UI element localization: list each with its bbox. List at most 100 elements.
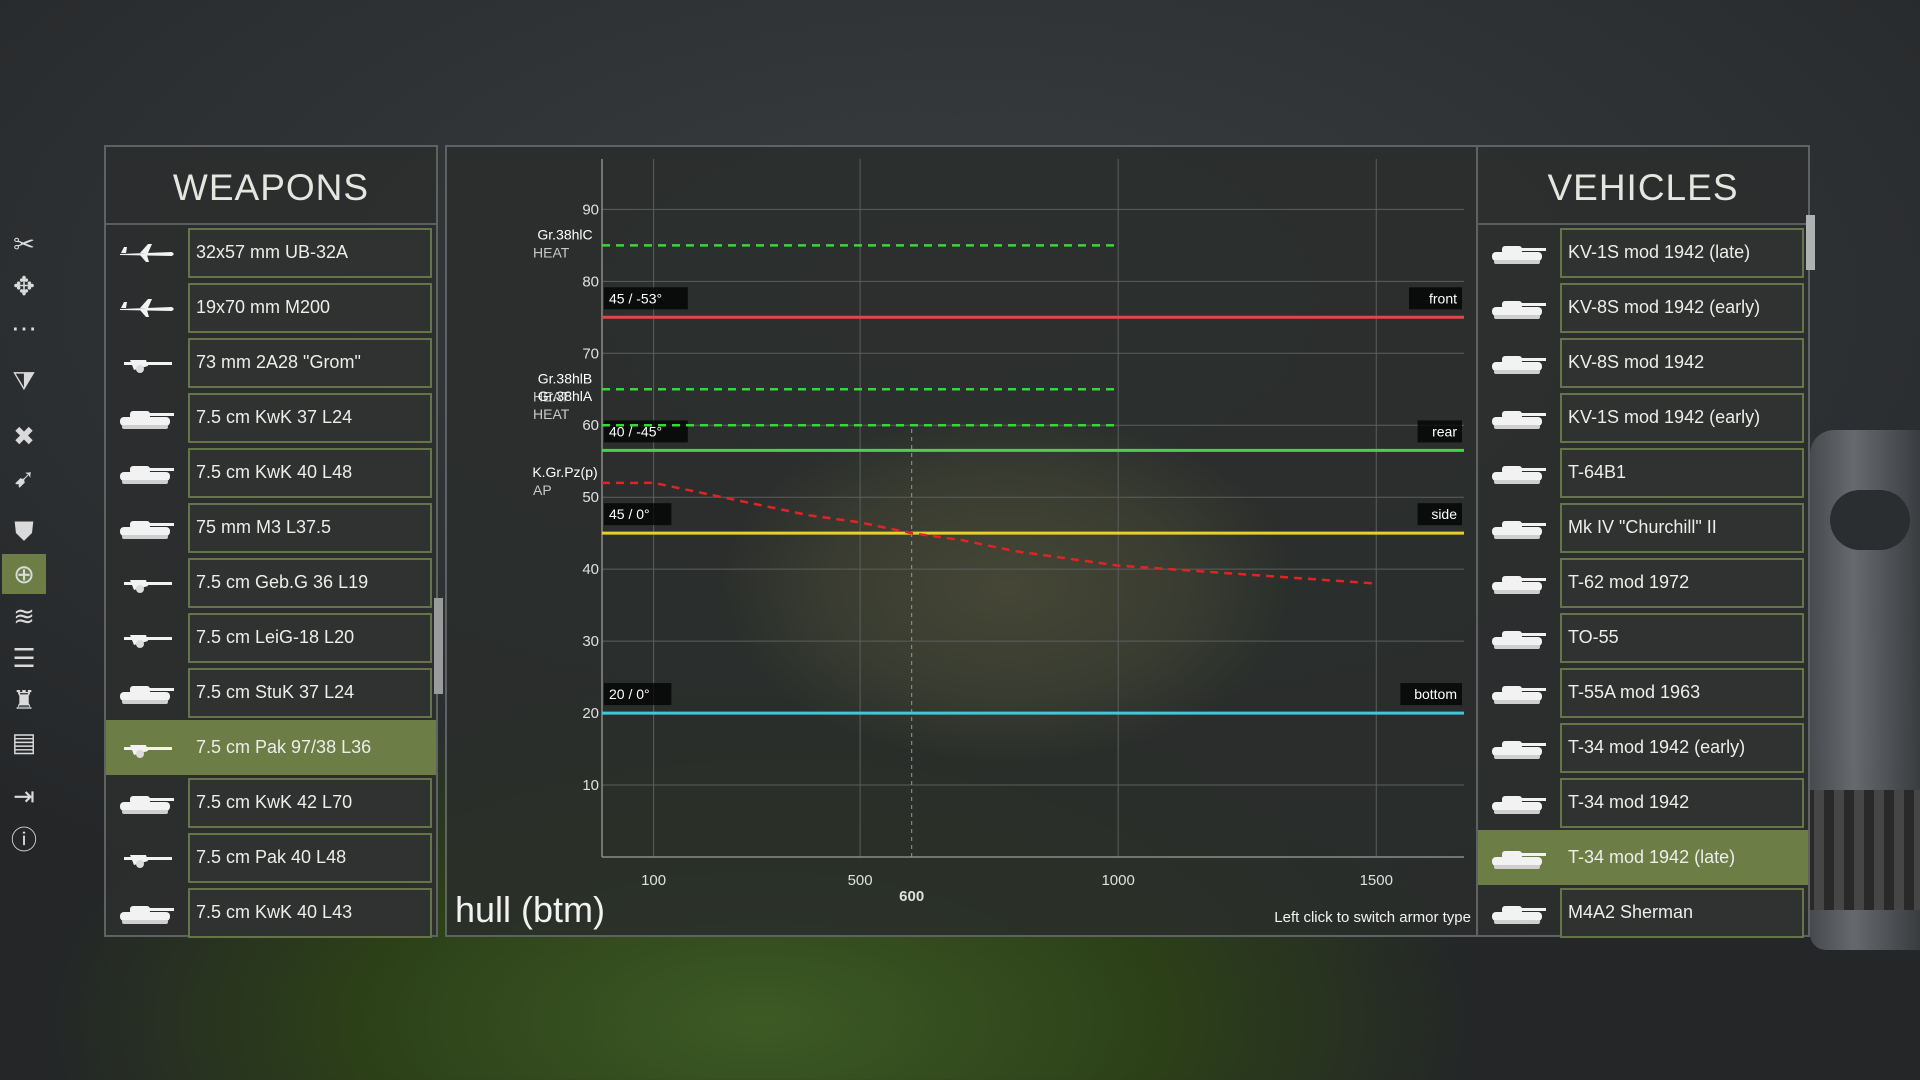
weapons-panel: WEAPONS 32x57 mm UB-32A 19x70 mm M200 73 m…: [104, 145, 438, 940]
move-icon: ✥: [13, 270, 35, 301]
vehicle-name: T-55A mod 1963: [1560, 667, 1804, 718]
dots-icon: ⋯: [11, 312, 37, 343]
weapon-list-item[interactable]: 7.5 cm Pak 40 L48: [106, 830, 436, 885]
list-icon: ☰: [12, 642, 36, 673]
weapon-name: 7.5 cm StuK 37 L24: [188, 667, 432, 718]
weapon-name: 32x57 mm UB-32A: [188, 227, 432, 278]
tank-icon: [1478, 555, 1560, 610]
y-tick-label: 30: [582, 633, 599, 650]
vehicle-list-item[interactable]: KV-8S mod 1942 (early): [1478, 280, 1808, 335]
filter-tool-button[interactable]: ⧩: [2, 362, 46, 402]
shield-icon: ⛊: [14, 516, 34, 546]
armor-angle-tag: 45 / -53°: [609, 290, 662, 306]
ammo-type-label: AP: [533, 482, 552, 498]
y-tick-label: 70: [582, 345, 599, 362]
dots-tool-button[interactable]: ⋯: [2, 308, 46, 348]
weapon-list-item[interactable]: 7.5 cm KwK 42 L70: [106, 775, 436, 830]
vehicle-list-item[interactable]: T-34 mod 1942 (early): [1478, 720, 1808, 775]
weapons-title: WEAPONS: [106, 147, 436, 225]
tank-icon: [1478, 500, 1560, 555]
gun-icon: ➹: [13, 462, 35, 493]
exit-tool-button[interactable]: ⇥: [2, 776, 46, 816]
weapon-name: 7.5 cm LeiG-18 L20: [188, 612, 432, 663]
vehicle-list-item[interactable]: KV-8S mod 1942: [1478, 335, 1808, 390]
gun-tool-button[interactable]: ➹: [2, 458, 46, 498]
x-tick-label: 500: [848, 872, 873, 889]
vehicle-name: KV-8S mod 1942 (early): [1560, 282, 1804, 333]
close-tool-button[interactable]: ✖: [2, 416, 46, 456]
y-tick-label: 10: [582, 777, 599, 794]
book-tool-button[interactable]: ▤: [2, 722, 46, 762]
weapon-list-item[interactable]: 7.5 cm KwK 40 L43: [106, 885, 436, 940]
vehicles-scrollbar[interactable]: [1806, 215, 1815, 270]
weapon-name: 75 mm M3 L37.5: [188, 502, 432, 553]
soldier-tool-button[interactable]: ♜: [2, 680, 46, 720]
gun-icon: [106, 830, 188, 885]
weapon-list-item[interactable]: 32x57 mm UB-32A: [106, 225, 436, 280]
info-tool-button[interactable]: ⓘ: [2, 818, 46, 858]
switch-armor-hint: Left click to switch armor type: [1274, 909, 1471, 926]
vehicle-list-item[interactable]: M4A2 Sherman: [1478, 885, 1808, 940]
vehicle-name: T-62 mod 1972: [1560, 557, 1804, 608]
y-tick-label: 80: [582, 273, 599, 290]
armor-section-title[interactable]: hull (btm): [455, 889, 605, 931]
tank-icon: [1478, 720, 1560, 775]
x-tick-label: 1500: [1360, 872, 1393, 889]
tank-icon: [1478, 225, 1560, 280]
vehicle-list-item[interactable]: T-64B1: [1478, 445, 1808, 500]
tank-icon: [1478, 390, 1560, 445]
weapon-name: 73 mm 2A28 "Grom": [188, 337, 432, 388]
vehicle-list-item[interactable]: T-62 mod 1972: [1478, 555, 1808, 610]
weapon-name: 7.5 cm KwK 37 L24: [188, 392, 432, 443]
weapon-name: 7.5 cm Geb.G 36 L19: [188, 557, 432, 608]
armor-chart-panel[interactable]: 10 20 30 40 50 60 70 80 90 100 500 1000 1500 600 45 / …: [445, 145, 1479, 937]
y-tick-label: 60: [582, 417, 599, 434]
weapons-scrollbar[interactable]: [434, 598, 443, 694]
weapon-name: 7.5 cm KwK 42 L70: [188, 777, 432, 828]
vehicle-name: KV-1S mod 1942 (late): [1560, 227, 1804, 278]
armor-angle-tag: 20 / 0°: [609, 686, 650, 702]
vehicle-list-item[interactable]: Mk IV "Churchill" II: [1478, 500, 1808, 555]
weapon-name: 7.5 cm KwK 40 L48: [188, 447, 432, 498]
filter-icon: ⧩: [12, 366, 36, 396]
tank-icon: [1478, 280, 1560, 335]
vehicle-list-item[interactable]: T-55A mod 1963: [1478, 665, 1808, 720]
vehicle-list-item[interactable]: T-34 mod 1942 (late): [1478, 830, 1808, 885]
weapon-list-item[interactable]: 73 mm 2A28 "Grom": [106, 335, 436, 390]
weapon-name: 7.5 cm KwK 40 L43: [188, 887, 432, 938]
scissors-tool-button[interactable]: ✂: [2, 224, 46, 264]
armor-name-rear: rear: [1432, 423, 1457, 439]
y-tick-label: 90: [582, 201, 599, 218]
vehicle-list-item[interactable]: T-34 mod 1942: [1478, 775, 1808, 830]
weapon-list-item[interactable]: 7.5 cm KwK 37 L24: [106, 390, 436, 445]
weapon-list-item[interactable]: 7.5 cm LeiG-18 L20: [106, 610, 436, 665]
armor-angle-tag: 45 / 0°: [609, 506, 650, 522]
move-tool-button[interactable]: ✥: [2, 266, 46, 306]
book-icon: ▤: [11, 726, 37, 757]
weapon-list-item[interactable]: 19x70 mm M200: [106, 280, 436, 335]
vehicle-list-item[interactable]: KV-1S mod 1942 (late): [1478, 225, 1808, 280]
shield-tool-button[interactable]: ⛊: [2, 512, 46, 552]
weapons-list: 32x57 mm UB-32A 19x70 mm M200 73 mm 2A28 "…: [106, 225, 436, 940]
weapon-list-item[interactable]: 7.5 cm Geb.G 36 L19: [106, 555, 436, 610]
exit-icon: ⇥: [13, 780, 35, 811]
tank-icon: [1478, 830, 1560, 885]
weapon-list-item[interactable]: 75 mm M3 L37.5: [106, 500, 436, 555]
terrain-tool-button[interactable]: ≋: [2, 596, 46, 636]
field-gun-icon: [106, 610, 188, 665]
y-tick-label: 20: [582, 705, 599, 722]
vehicle-list-item[interactable]: TO-55: [1478, 610, 1808, 665]
vehicle-name: T-34 mod 1942: [1560, 777, 1804, 828]
weapon-list-item[interactable]: 7.5 cm KwK 40 L48: [106, 445, 436, 500]
weapon-list-item[interactable]: 7.5 cm Pak 97/38 L36: [106, 720, 436, 775]
weapon-name: 7.5 cm Pak 97/38 L36: [188, 722, 432, 773]
tank-icon: [106, 775, 188, 830]
tank-icon: [1478, 665, 1560, 720]
x-tick-label: 1000: [1101, 872, 1134, 889]
target-tool-button[interactable]: ⊕: [2, 554, 46, 594]
armor-penetration-chart[interactable]: 10 20 30 40 50 60 70 80 90 100 500 1000 1500 600 45 / …: [447, 147, 1477, 935]
list-tool-button[interactable]: ☰: [2, 638, 46, 678]
scissors-icon: ✂: [13, 228, 35, 259]
weapon-list-item[interactable]: 7.5 cm StuK 37 L24: [106, 665, 436, 720]
vehicle-list-item[interactable]: KV-1S mod 1942 (early): [1478, 390, 1808, 445]
